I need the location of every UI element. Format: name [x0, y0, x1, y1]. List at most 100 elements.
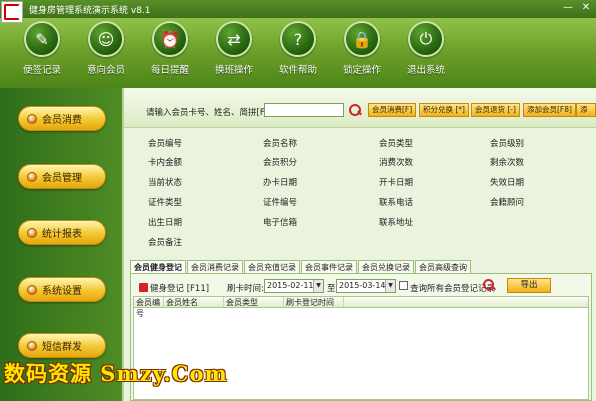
- toolbar-label: 退出系统: [406, 65, 445, 76]
- toolbar-item-notes[interactable]: ✎ 便签记录: [10, 18, 74, 88]
- tab-recharge-records[interactable]: 会员充值记录: [244, 260, 300, 273]
- date-to-input[interactable]: 2015-03-14 ▼: [336, 279, 396, 293]
- nav-label: 短信群发: [42, 342, 82, 353]
- column-header[interactable]: 刷卡登记时间: [284, 297, 344, 307]
- bullet-icon: [27, 227, 37, 238]
- toolbar-label: 软件帮助: [278, 65, 317, 76]
- nav-member-consume[interactable]: 会员消费: [18, 106, 106, 131]
- field-address: 联系地址: [379, 218, 414, 228]
- field-status: 当前状态: [148, 178, 183, 188]
- date-to-value: 2015-03-14: [339, 281, 386, 290]
- export-button[interactable]: 导出: [507, 278, 551, 293]
- toolbar-label: 意向会员: [86, 65, 125, 76]
- field-issue-date: 办卡日期: [263, 178, 298, 188]
- field-id-number: 证件编号: [263, 198, 298, 208]
- nav-reports[interactable]: 统计报表: [18, 220, 106, 245]
- watermark: 数码资源 Smzy.Com: [4, 361, 228, 386]
- note-icon: ✎: [24, 21, 60, 57]
- nav-settings[interactable]: 系统设置: [18, 277, 106, 302]
- toolbar-label: 便签记录: [22, 65, 61, 76]
- field-visit-count: 消费次数: [379, 158, 414, 168]
- nav-label: 会员消费: [42, 115, 82, 126]
- field-birthdate: 出生日期: [148, 218, 183, 228]
- close-button[interactable]: ✕: [580, 2, 592, 14]
- tab-checkin[interactable]: 会员健身登记: [130, 260, 186, 273]
- field-phone: 联系电话: [379, 198, 414, 208]
- chevron-down-icon[interactable]: ▼: [313, 280, 323, 292]
- record-tabs: 会员健身登记 会员消费记录 会员充值记录 会员事件记录 会员兑换记录 会员高级查…: [130, 260, 472, 273]
- power-icon: ⏻: [408, 21, 444, 57]
- field-points: 会员积分: [263, 158, 298, 168]
- toolbar-item-help[interactable]: ? 软件帮助: [266, 18, 330, 88]
- checkin-toolbar: 健身登记 [F11] 刷卡时间: 2015-02-11 ▼ 至 2015-03-…: [131, 278, 591, 296]
- field-expiry-date: 失效日期: [490, 178, 525, 188]
- field-member-id: 会员编号: [148, 139, 183, 149]
- field-remarks: 会员备注: [148, 238, 183, 248]
- chevron-down-icon[interactable]: ▼: [385, 280, 395, 292]
- field-member-name: 会员名称: [263, 139, 298, 149]
- toolbar-label: 锁定操作: [342, 65, 381, 76]
- minimize-button[interactable]: —: [562, 2, 574, 14]
- field-open-date: 开卡日期: [379, 178, 414, 188]
- toolbar-item-reminders[interactable]: ⏰ 每日提醒: [138, 18, 202, 88]
- bullet-icon: [27, 113, 37, 124]
- swipe-time-label: 刷卡时间:: [227, 284, 264, 294]
- field-consultant: 会籍顾问: [490, 198, 525, 208]
- toolbar-item-lock[interactable]: 🔒 锁定操作: [330, 18, 394, 88]
- shift-swap-icon: ⇄: [216, 21, 252, 57]
- nav-label: 系统设置: [42, 286, 82, 297]
- toolbar-label: 每日提醒: [150, 65, 189, 76]
- title-bar: 健身房管理系统演示系统 v8.1 — ✕: [0, 0, 596, 23]
- tab-advanced-query[interactable]: 会员高级查询: [415, 260, 471, 273]
- field-email: 电子信箱: [263, 218, 298, 228]
- tab-consume-records[interactable]: 会员消费记录: [187, 260, 243, 273]
- field-remaining: 剩余次数: [490, 158, 525, 168]
- column-header[interactable]: 会员类型: [224, 297, 284, 307]
- checkin-button[interactable]: 健身登记 [F11]: [150, 282, 209, 294]
- checkin-icon: [139, 283, 148, 292]
- alarm-clock-icon: ⏰: [152, 21, 188, 57]
- nav-label: 统计报表: [42, 229, 82, 240]
- left-nav: 会员消费 会员管理 统计报表 系统设置 短信群发: [0, 88, 122, 401]
- nav-label: 会员管理: [42, 173, 82, 184]
- field-member-level: 会员级别: [490, 139, 525, 149]
- search-bar: 请输入会员卡号、姓名、简拼[F3] 会员消费[F] 积分兑换 [*] 会员退货 …: [124, 88, 596, 128]
- table-header: 会员编号 会员姓名 会员类型 刷卡登记时间: [134, 297, 588, 318]
- app-logo-icon: [1, 1, 23, 23]
- person-icon: ☺: [88, 21, 124, 57]
- toolbar-label: 换班操作: [214, 65, 253, 76]
- date-from-value: 2015-02-11: [267, 281, 314, 290]
- column-header[interactable]: 会员编号: [134, 297, 164, 318]
- bullet-icon: [27, 284, 37, 295]
- help-icon: ?: [280, 21, 316, 57]
- bullet-icon: [27, 171, 37, 182]
- add-member-button[interactable]: 添加会员[F8]: [523, 103, 576, 117]
- top-toolbar: ✎ 便签记录 ☺ 意向会员 ⏰ 每日提醒 ⇄ 换班操作 ? 软件帮助 🔒 锁定操…: [0, 18, 596, 88]
- field-id-type: 证件类型: [148, 198, 183, 208]
- bullet-icon: [27, 340, 37, 351]
- search-icon[interactable]: [483, 279, 496, 292]
- consume-button[interactable]: 会员消费[F]: [368, 103, 417, 117]
- nav-sms[interactable]: 短信群发: [18, 333, 106, 358]
- nav-member-manage[interactable]: 会员管理: [18, 164, 106, 189]
- search-icon[interactable]: [348, 103, 362, 117]
- points-exchange-button[interactable]: 积分兑换 [*]: [419, 103, 469, 117]
- tab-exchange-records[interactable]: 会员兑换记录: [358, 260, 414, 273]
- more-button[interactable]: 添: [576, 103, 596, 117]
- tab-event-records[interactable]: 会员事件记录: [301, 260, 357, 273]
- column-header[interactable]: 会员姓名: [164, 297, 224, 307]
- return-button[interactable]: 会员退货 [-]: [471, 103, 520, 117]
- toolbar-item-prospects[interactable]: ☺ 意向会员: [74, 18, 138, 88]
- date-from-input[interactable]: 2015-02-11 ▼: [264, 279, 324, 293]
- window-title: 健身房管理系统演示系统 v8.1: [29, 5, 151, 16]
- toolbar-item-shift[interactable]: ⇄ 换班操作: [202, 18, 266, 88]
- main-panel: 请输入会员卡号、姓名、简拼[F3] 会员消费[F] 积分兑换 [*] 会员退货 …: [122, 88, 596, 401]
- field-member-type: 会员类型: [379, 139, 414, 149]
- window-controls: — ✕: [562, 2, 592, 14]
- search-label: 请输入会员卡号、姓名、简拼[F3]: [146, 108, 274, 118]
- all-members-checkbox[interactable]: [399, 281, 408, 290]
- to-label: 至: [327, 284, 336, 294]
- lock-icon: 🔒: [344, 21, 380, 57]
- toolbar-item-exit[interactable]: ⏻ 退出系统: [394, 18, 458, 88]
- member-search-input[interactable]: [264, 103, 344, 117]
